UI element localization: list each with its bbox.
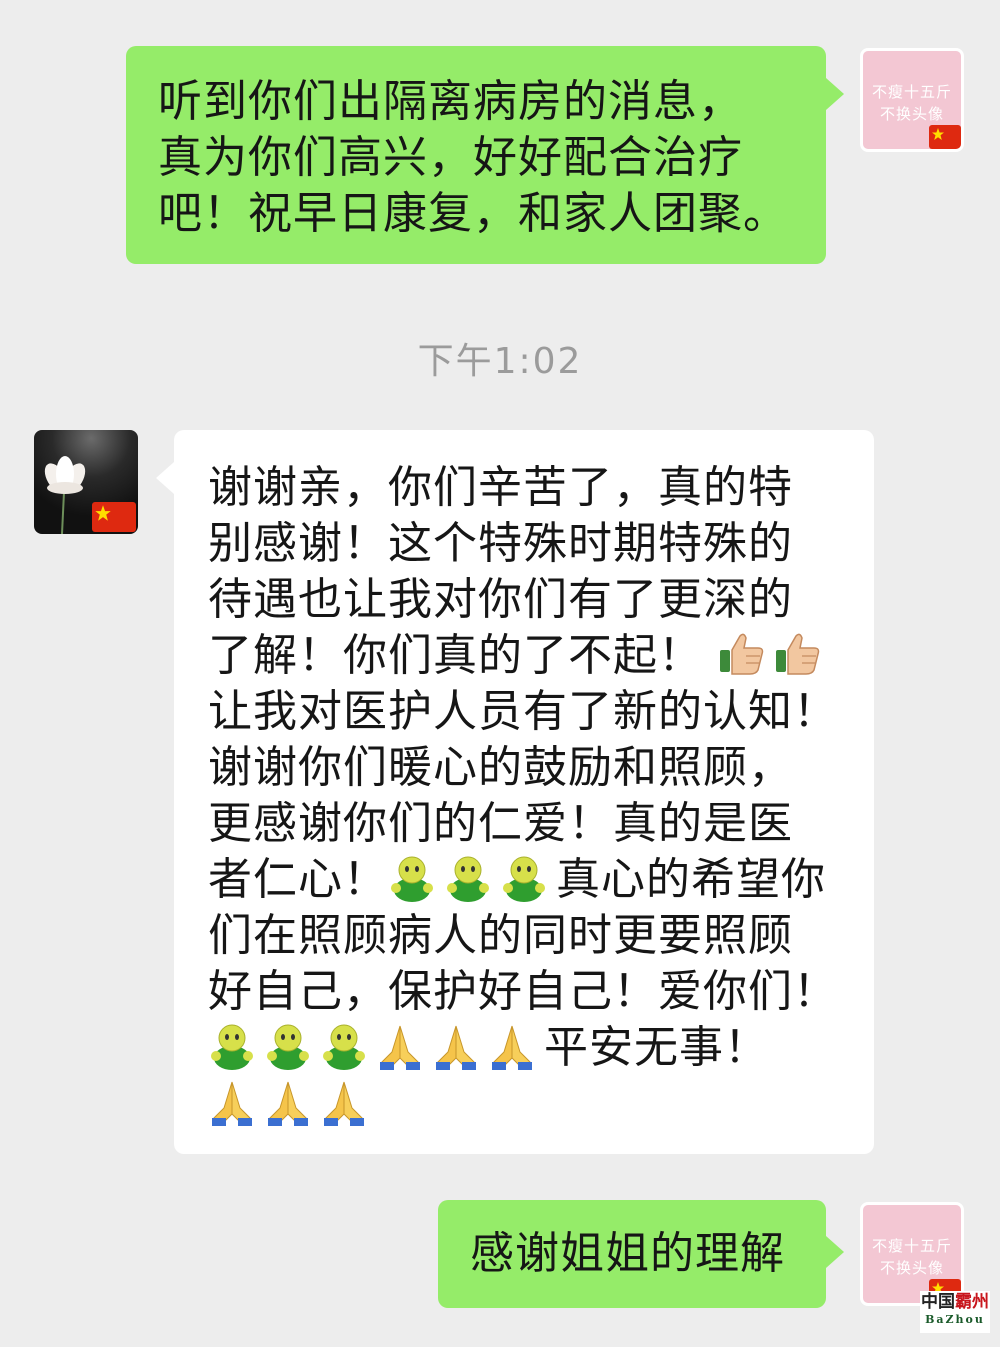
avatar-text: 不瘦十五斤 bbox=[871, 1237, 952, 1255]
message-text-line: 更感谢你们的仁爱！真的是医 bbox=[208, 798, 793, 849]
bubble-tail bbox=[826, 1236, 844, 1268]
my-avatar[interactable]: 不瘦十五斤 不换头像 bbox=[860, 48, 964, 152]
folded-hands-icon bbox=[376, 1022, 424, 1070]
message-text-line: 别感谢！这个特殊时期特殊的 bbox=[208, 518, 793, 569]
message-text-line: 了解！你们真的了不起！ bbox=[208, 630, 703, 681]
green-person-icon bbox=[264, 1022, 312, 1070]
folded-hands-icon bbox=[208, 1078, 256, 1126]
folded-hands-icon bbox=[488, 1022, 536, 1070]
avatar-text: 不瘦十五斤 bbox=[871, 83, 952, 101]
watermark-highlight: 霸州 bbox=[955, 1292, 989, 1312]
message-text-line: 待遇也让我对你们有了更深的 bbox=[208, 574, 793, 625]
folded-hands-icon bbox=[432, 1022, 480, 1070]
green-person-icon bbox=[388, 854, 436, 902]
contact-message-bubble[interactable]: 谢谢亲，你们辛苦了，真的特 别感谢！这个特殊时期特殊的 待遇也让我对你们有了更深… bbox=[174, 430, 874, 1154]
message-text-line: 谢谢亲，你们辛苦了，真的特 bbox=[208, 462, 793, 513]
china-flag-icon bbox=[92, 502, 136, 532]
folded-hands-icon bbox=[264, 1078, 312, 1126]
message-text-line: 吧！祝早日康复，和家人团聚。 bbox=[158, 188, 788, 239]
timestamp: 下午1:02 bbox=[417, 341, 583, 382]
message-text-line: 感谢姐姐的理解 bbox=[470, 1228, 785, 1279]
thumbs-up-icon bbox=[718, 630, 766, 678]
message-text-line: 让我对医护人员有了新的认知！ bbox=[208, 686, 838, 737]
avatar-text: 不换头像 bbox=[879, 105, 944, 123]
contact-avatar[interactable] bbox=[34, 430, 138, 534]
message-text-line: 者仁心！ bbox=[208, 854, 388, 905]
bubble-tail bbox=[826, 78, 844, 110]
watermark-sub: BaZhou bbox=[925, 1313, 985, 1326]
message-text-line: 真心的希望你 bbox=[556, 854, 826, 905]
watermark-prefix: 中国 bbox=[921, 1292, 955, 1312]
message-text-line: 谢谢你们暖心的鼓励和照顾， bbox=[208, 742, 793, 793]
china-flag-icon bbox=[929, 125, 961, 149]
thumbs-up-icon bbox=[774, 630, 822, 678]
message-text-line: 听到你们出隔离病房的消息， bbox=[158, 76, 743, 127]
green-person-icon bbox=[320, 1022, 368, 1070]
green-person-icon bbox=[444, 854, 492, 902]
my-message-bubble[interactable]: 听到你们出隔离病房的消息， 真为你们高兴，好好配合治疗 吧！祝早日康复，和家人团… bbox=[126, 46, 826, 264]
message-text-line: 们在照顾病人的同时更要照顾 bbox=[208, 910, 793, 961]
avatar-text: 不换头像 bbox=[879, 1259, 944, 1277]
my-message-bubble[interactable]: 感谢姐姐的理解 bbox=[438, 1200, 826, 1308]
green-person-icon bbox=[500, 854, 548, 902]
message-text-line: 平安无事！ bbox=[544, 1022, 769, 1073]
bubble-tail bbox=[156, 462, 174, 494]
message-text-line: 好自己，保护好自己！爱你们！ bbox=[208, 966, 838, 1017]
green-person-icon bbox=[208, 1022, 256, 1070]
message-text-line: 真为你们高兴，好好配合治疗 bbox=[158, 132, 743, 183]
folded-hands-icon bbox=[320, 1078, 368, 1126]
watermark-logo: 中国霸州 BaZhou bbox=[920, 1291, 990, 1333]
